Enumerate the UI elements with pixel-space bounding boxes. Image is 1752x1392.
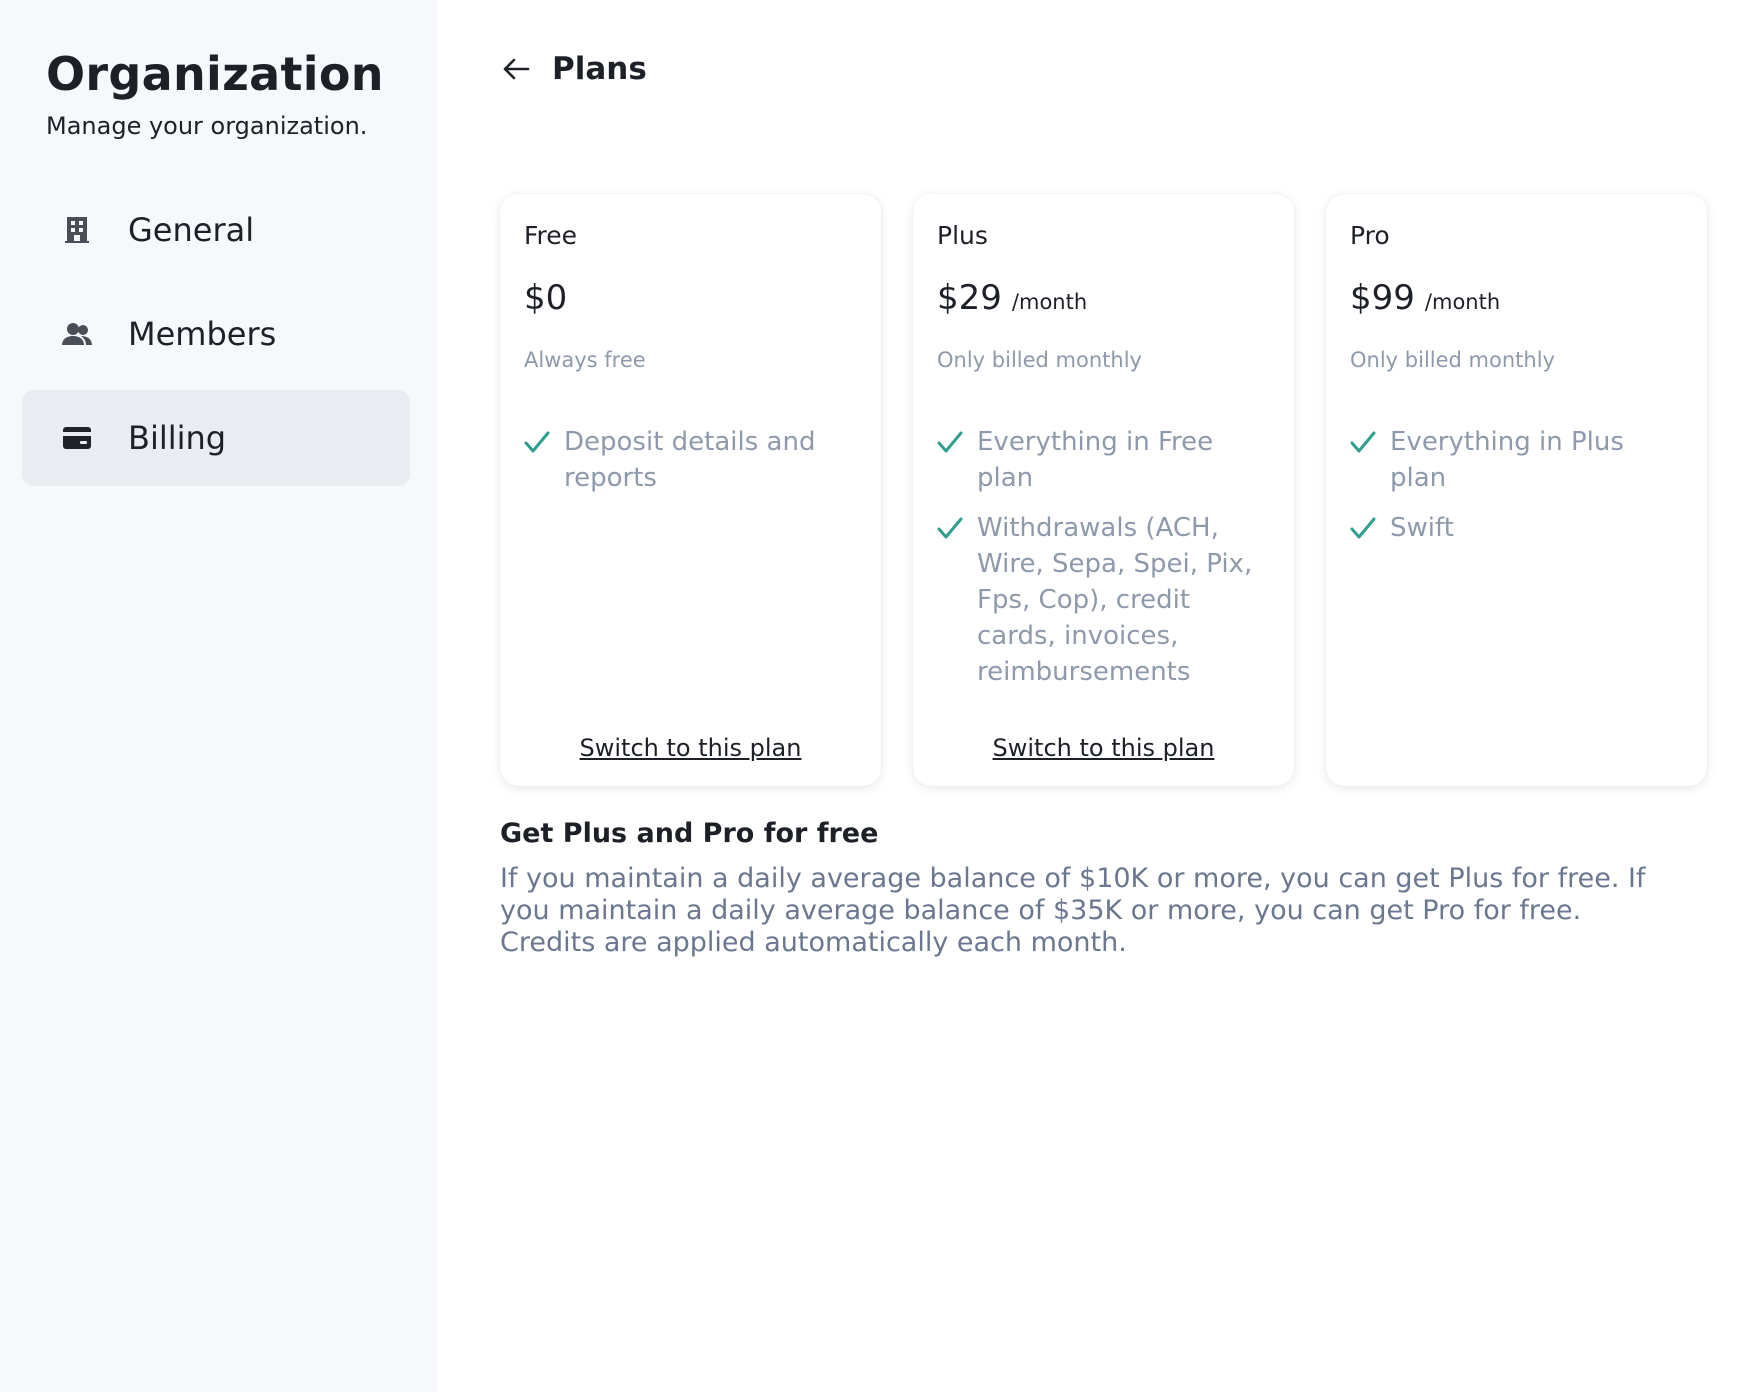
sidebar: Organization Manage your organization. G… — [0, 0, 437, 1392]
plan-card-plus: Plus $29 /month Only billed monthly Ever… — [913, 194, 1294, 786]
plan-price: $99 — [1350, 278, 1415, 318]
credit-card-icon — [62, 423, 92, 453]
plan-price: $0 — [524, 278, 568, 318]
back-button[interactable] — [500, 53, 532, 85]
plan-note: Always free — [524, 348, 646, 372]
feature-list: Everything in Free plan Withdrawals (ACH… — [937, 424, 1270, 690]
check-icon — [524, 424, 552, 460]
plan-card-free: Free $0 Always free Deposit details and … — [500, 194, 881, 786]
sidebar-subtitle: Manage your organization. — [46, 112, 368, 140]
plan-name: Plus — [937, 221, 988, 250]
feature-text: Everything in Plus plan — [1390, 427, 1624, 493]
sidebar-item-label: Members — [128, 315, 277, 353]
page-title: Plans — [552, 51, 647, 87]
promo-title: Get Plus and Pro for free — [500, 818, 879, 849]
plans-grid: Free $0 Always free Deposit details and … — [500, 194, 1728, 786]
plan-name: Pro — [1350, 221, 1390, 250]
feature-item: Deposit details and reports — [524, 424, 857, 496]
feature-text: Everything in Free plan — [977, 427, 1214, 493]
plan-price-row: $0 — [524, 278, 857, 318]
plan-price-row: $29 /month — [937, 278, 1270, 318]
plan-card-pro: Pro $99 /month Only billed monthly Every… — [1326, 194, 1707, 786]
feature-text: Withdrawals (ACH, Wire, Sepa, Spei, Pix,… — [977, 513, 1253, 687]
feature-text: Deposit details and reports — [564, 427, 816, 493]
app-root: Organization Manage your organization. G… — [0, 0, 1752, 1392]
sidebar-nav: General Members Billing — [22, 182, 415, 486]
sidebar-item-billing[interactable]: Billing — [22, 390, 410, 486]
check-icon — [1350, 424, 1378, 460]
page-header: Plans — [500, 50, 1728, 88]
check-icon — [937, 510, 965, 546]
main-content: Plans Free $0 Always free Deposit detail… — [437, 0, 1752, 1392]
switch-plan-link-plus[interactable]: Switch to this plan — [913, 734, 1294, 762]
switch-plan-link-free[interactable]: Switch to this plan — [500, 734, 881, 762]
sidebar-item-members[interactable]: Members — [22, 286, 410, 382]
plan-note: Only billed monthly — [1350, 348, 1555, 372]
plan-name: Free — [524, 221, 578, 250]
plan-note: Only billed monthly — [937, 348, 1142, 372]
feature-item: Everything in Free plan — [937, 424, 1270, 496]
plan-period: /month — [1011, 290, 1088, 314]
building-icon — [62, 215, 92, 245]
members-icon — [62, 319, 92, 349]
check-icon — [1350, 510, 1378, 546]
feature-text: Swift — [1390, 513, 1454, 543]
plan-price-row: $99 /month — [1350, 278, 1683, 318]
feature-list: Everything in Plus plan Swift — [1350, 424, 1683, 546]
feature-list: Deposit details and reports — [524, 424, 857, 496]
sidebar-title: Organization — [46, 47, 384, 101]
feature-item: Withdrawals (ACH, Wire, Sepa, Spei, Pix,… — [937, 510, 1270, 690]
promo-text: If you maintain a daily average balance … — [500, 863, 1646, 958]
sidebar-item-label: General — [128, 211, 255, 249]
plan-period: /month — [1424, 290, 1501, 314]
feature-item: Everything in Plus plan — [1350, 424, 1683, 496]
sidebar-item-label: Billing — [128, 419, 227, 457]
check-icon — [937, 424, 965, 460]
feature-item: Swift — [1350, 510, 1683, 546]
sidebar-item-general[interactable]: General — [22, 182, 410, 278]
plan-price: $29 — [937, 278, 1002, 318]
arrow-left-icon — [503, 58, 530, 80]
